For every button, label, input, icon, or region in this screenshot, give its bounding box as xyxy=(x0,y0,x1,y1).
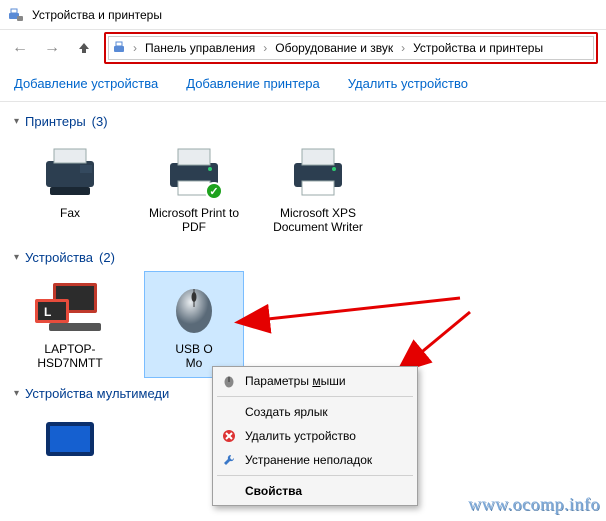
up-button[interactable] xyxy=(72,36,96,60)
chevron-right-icon: › xyxy=(399,41,407,55)
chevron-down-icon: ▾ xyxy=(14,116,19,127)
device-ms-print-pdf[interactable]: ✓ Microsoft Print to PDF xyxy=(144,135,244,242)
menu-label: Создать ярлык xyxy=(245,405,328,419)
addressbar-highlight: › Панель управления › Оборудование и зву… xyxy=(104,32,598,64)
group-label: Принтеры xyxy=(25,114,86,129)
breadcrumb-item[interactable]: Оборудование и звук xyxy=(271,39,397,57)
printer-icon: ✓ xyxy=(147,140,241,202)
back-button[interactable]: ← xyxy=(8,36,32,60)
menu-label: Удалить устройство xyxy=(245,429,356,443)
printers-items: Fax ✓ Microsoft Print to PDF xyxy=(20,135,592,242)
group-count: (3) xyxy=(92,114,108,129)
chevron-down-icon: ▾ xyxy=(14,388,19,399)
wrench-icon xyxy=(221,452,237,468)
window-title: Устройства и принтеры xyxy=(32,8,162,22)
menu-remove-device[interactable]: Удалить устройство xyxy=(215,424,415,448)
device-multimedia[interactable] xyxy=(20,407,120,481)
menu-mouse-settings[interactable]: Параметры мыши xyxy=(215,369,415,393)
default-badge-icon: ✓ xyxy=(205,182,223,200)
device-label: Microsoft Print to PDF xyxy=(147,206,241,235)
fax-icon xyxy=(23,140,117,202)
breadcrumb-item[interactable]: Устройства и принтеры xyxy=(409,39,547,57)
add-device-link[interactable]: Добавление устройства xyxy=(14,76,158,91)
menu-troubleshoot[interactable]: Устранение неполадок xyxy=(215,448,415,472)
printer-icon xyxy=(271,140,365,202)
context-menu: Параметры мыши Создать ярлык Удалить уст… xyxy=(212,366,418,506)
menu-create-shortcut[interactable]: Создать ярлык xyxy=(215,400,415,424)
mouse-small-icon xyxy=(221,373,237,389)
breadcrumb-item[interactable]: Панель управления xyxy=(141,39,259,57)
menu-properties[interactable]: Свойства xyxy=(215,479,415,503)
group-count: (2) xyxy=(99,250,115,265)
remove-device-link[interactable]: Удалить устройство xyxy=(348,76,468,91)
nav-row: ← → › Панель управления › Оборудование и… xyxy=(0,30,606,66)
add-printer-link[interactable]: Добавление принтера xyxy=(186,76,319,91)
delete-icon xyxy=(221,428,237,444)
device-fax[interactable]: Fax xyxy=(20,135,120,242)
group-label: Устройства мультимеди xyxy=(25,386,169,401)
menu-label: Параметры мыши xyxy=(245,374,346,388)
menu-label: Свойства xyxy=(245,484,302,498)
svg-text:L: L xyxy=(44,305,51,319)
blank-icon xyxy=(221,404,237,420)
menu-separator xyxy=(217,396,413,397)
addressbar-icon xyxy=(113,40,129,56)
device-label: Fax xyxy=(23,206,117,220)
group-header-printers[interactable]: ▾ Принтеры (3) xyxy=(14,114,592,129)
device-laptop[interactable]: L LAPTOP-HSD7NMTT xyxy=(20,271,120,378)
chevron-down-icon: ▾ xyxy=(14,252,19,263)
group-header-devices[interactable]: ▾ Устройства (2) xyxy=(14,250,592,265)
chevron-right-icon: › xyxy=(261,41,269,55)
menu-label: Устранение неполадок xyxy=(245,453,372,467)
devices-printers-icon xyxy=(8,7,24,23)
addressbar[interactable]: › Панель управления › Оборудование и зву… xyxy=(108,36,594,60)
blank-icon xyxy=(221,483,237,499)
monitor-icon xyxy=(23,412,117,474)
forward-button[interactable]: → xyxy=(40,36,64,60)
chevron-right-icon: › xyxy=(131,41,139,55)
device-label: Microsoft XPS Document Writer xyxy=(271,206,365,235)
devices-items: L LAPTOP-HSD7NMTT xyxy=(20,271,592,378)
group-label: Устройства xyxy=(25,250,93,265)
device-mouse[interactable]: USB OMo xyxy=(144,271,244,378)
laptop-icon: L xyxy=(23,276,117,338)
command-bar: Добавление устройства Добавление принтер… xyxy=(0,66,606,102)
watermark: www.ocomp.info xyxy=(468,494,600,515)
device-label: LAPTOP-HSD7NMTT xyxy=(23,342,117,371)
mouse-icon xyxy=(147,276,241,338)
device-ms-xps[interactable]: Microsoft XPS Document Writer xyxy=(268,135,368,242)
titlebar: Устройства и принтеры xyxy=(0,0,606,30)
menu-separator xyxy=(217,475,413,476)
